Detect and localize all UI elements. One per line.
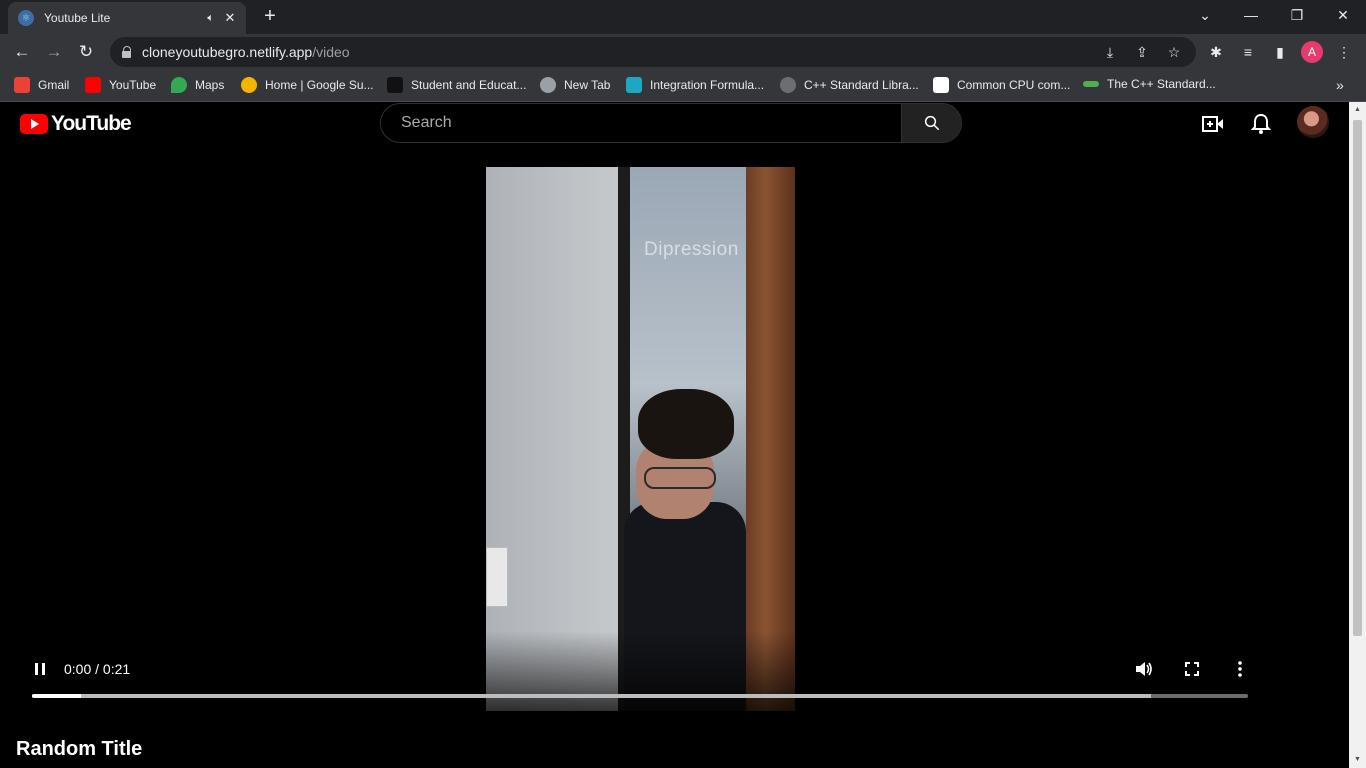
bookmark-gmail[interactable]: Gmail	[14, 77, 69, 93]
minimize-button[interactable]: —	[1228, 0, 1274, 30]
tab-audio-icon[interactable]: 🔈︎	[207, 12, 214, 25]
google-suite-icon	[241, 77, 257, 93]
bookmark-youtube[interactable]: YouTube	[85, 77, 156, 93]
bookmark-new-tab[interactable]: New Tab	[540, 77, 610, 93]
gmail-icon	[14, 77, 30, 93]
video-frame-glasses	[644, 467, 716, 489]
address-bar[interactable]: cloneyoutubegro.netlify.app/video ⤓ ⇪ ☆	[110, 37, 1196, 67]
video-title: Random Title	[16, 738, 143, 760]
time-display: 0:00 / 0:21	[64, 661, 131, 677]
side-panel-icon[interactable]: ▮	[1270, 42, 1290, 62]
bookmark-cpp-standard[interactable]: The C++ Standard...	[1083, 77, 1216, 91]
tab-search-button[interactable]: ⌄	[1182, 0, 1228, 30]
student-icon	[387, 77, 403, 93]
globe-icon	[540, 77, 556, 93]
react-favicon-icon: ⚛	[18, 10, 34, 26]
bookmark-maps[interactable]: Maps	[171, 77, 224, 93]
browser-menu-icon[interactable]: ⋮	[1334, 42, 1354, 62]
create-video-icon[interactable]	[1201, 112, 1225, 136]
logo-text: YouTube	[51, 112, 132, 135]
more-bookmarks-icon[interactable]: »	[1336, 77, 1344, 93]
search-bar	[380, 103, 962, 143]
pause-button[interactable]	[28, 657, 52, 681]
new-tab-button[interactable]: +	[258, 6, 282, 28]
browser-tab[interactable]: ⚛ Youtube Lite 🔈︎ ✕	[8, 2, 246, 34]
more-options-button[interactable]	[1228, 657, 1252, 681]
bookmark-star-icon[interactable]: ☆	[1164, 42, 1184, 62]
bookmark-integration[interactable]: Integration Formula...	[626, 77, 764, 93]
tab-close-icon[interactable]: ✕	[222, 10, 238, 26]
bookmark-student[interactable]: Student and Educat...	[387, 77, 526, 93]
restore-button[interactable]: ❐	[1274, 0, 1320, 30]
share-icon[interactable]: ⇪	[1132, 42, 1152, 62]
user-avatar[interactable]	[1297, 106, 1329, 138]
media-controls-icon[interactable]: ≡	[1238, 42, 1258, 62]
bell-icon[interactable]	[1249, 112, 1273, 136]
youtube-icon	[85, 77, 101, 93]
fullscreen-button[interactable]	[1180, 657, 1204, 681]
more-vertical-icon	[1238, 661, 1242, 677]
progress-buffered	[32, 694, 81, 698]
video-player[interactable]: Dipression	[486, 167, 795, 711]
forward-button[interactable]: →	[42, 40, 66, 64]
install-icon[interactable]: ⤓	[1100, 42, 1120, 62]
search-button[interactable]	[901, 104, 961, 142]
youtube-play-icon	[20, 114, 48, 134]
video-frame-door	[746, 167, 795, 711]
progress-bar[interactable]	[32, 694, 1248, 698]
scroll-up-icon[interactable]: ▲	[1353, 106, 1362, 114]
browser-toolbar: ← → ↻ cloneyoutubegro.netlify.app/video …	[0, 34, 1366, 70]
page-content: YouTube Dipression 0:00 / 0:21	[0, 102, 1349, 768]
fullscreen-icon	[1185, 662, 1199, 676]
volume-button[interactable]	[1132, 657, 1156, 681]
bookmarks-bar: Gmail YouTube Maps Home | Google Su... S…	[0, 70, 1366, 102]
profile-avatar[interactable]: A	[1301, 41, 1323, 63]
video-controls: 0:00 / 0:21	[0, 657, 1349, 707]
url-text[interactable]: cloneyoutubegro.netlify.app/video	[142, 44, 350, 60]
bookmark-google-suite[interactable]: Home | Google Su...	[241, 77, 374, 93]
cpp-standard-icon	[1083, 81, 1099, 87]
page-scrollbar[interactable]: ▲ ▼	[1349, 102, 1366, 768]
scroll-down-icon[interactable]: ▼	[1353, 756, 1362, 764]
back-button[interactable]: ←	[10, 40, 34, 64]
browser-tabbar: ⚛ Youtube Lite 🔈︎ ✕ + ⌄ — ❐ ✕	[0, 0, 1366, 34]
close-window-button[interactable]: ✕	[1320, 0, 1366, 30]
youtube-logo[interactable]: YouTube	[20, 112, 132, 136]
pause-icon	[35, 663, 45, 675]
video-frame-person-hair	[638, 389, 734, 459]
video-overlay-text: Dipression	[644, 239, 739, 260]
bookmark-cpu[interactable]: Common CPU com...	[933, 77, 1070, 93]
cpp-library-icon	[780, 77, 796, 93]
tab-title: Youtube Lite	[44, 11, 111, 25]
video-frame-wall	[486, 167, 618, 711]
maps-icon	[171, 77, 187, 93]
volume-icon	[1136, 662, 1152, 676]
cpu-icon	[933, 77, 949, 93]
video-frame-switch	[486, 547, 508, 607]
bookmark-cpp-library[interactable]: C++ Standard Libra...	[780, 77, 919, 93]
search-input[interactable]	[381, 104, 901, 142]
lock-icon[interactable]	[122, 46, 132, 58]
scroll-thumb[interactable]	[1353, 120, 1362, 636]
extensions-icon[interactable]: ✱	[1206, 42, 1226, 62]
reload-button[interactable]: ↻	[74, 40, 98, 64]
formula-icon	[626, 77, 642, 93]
progress-loaded	[32, 694, 1151, 698]
search-icon	[924, 115, 939, 131]
